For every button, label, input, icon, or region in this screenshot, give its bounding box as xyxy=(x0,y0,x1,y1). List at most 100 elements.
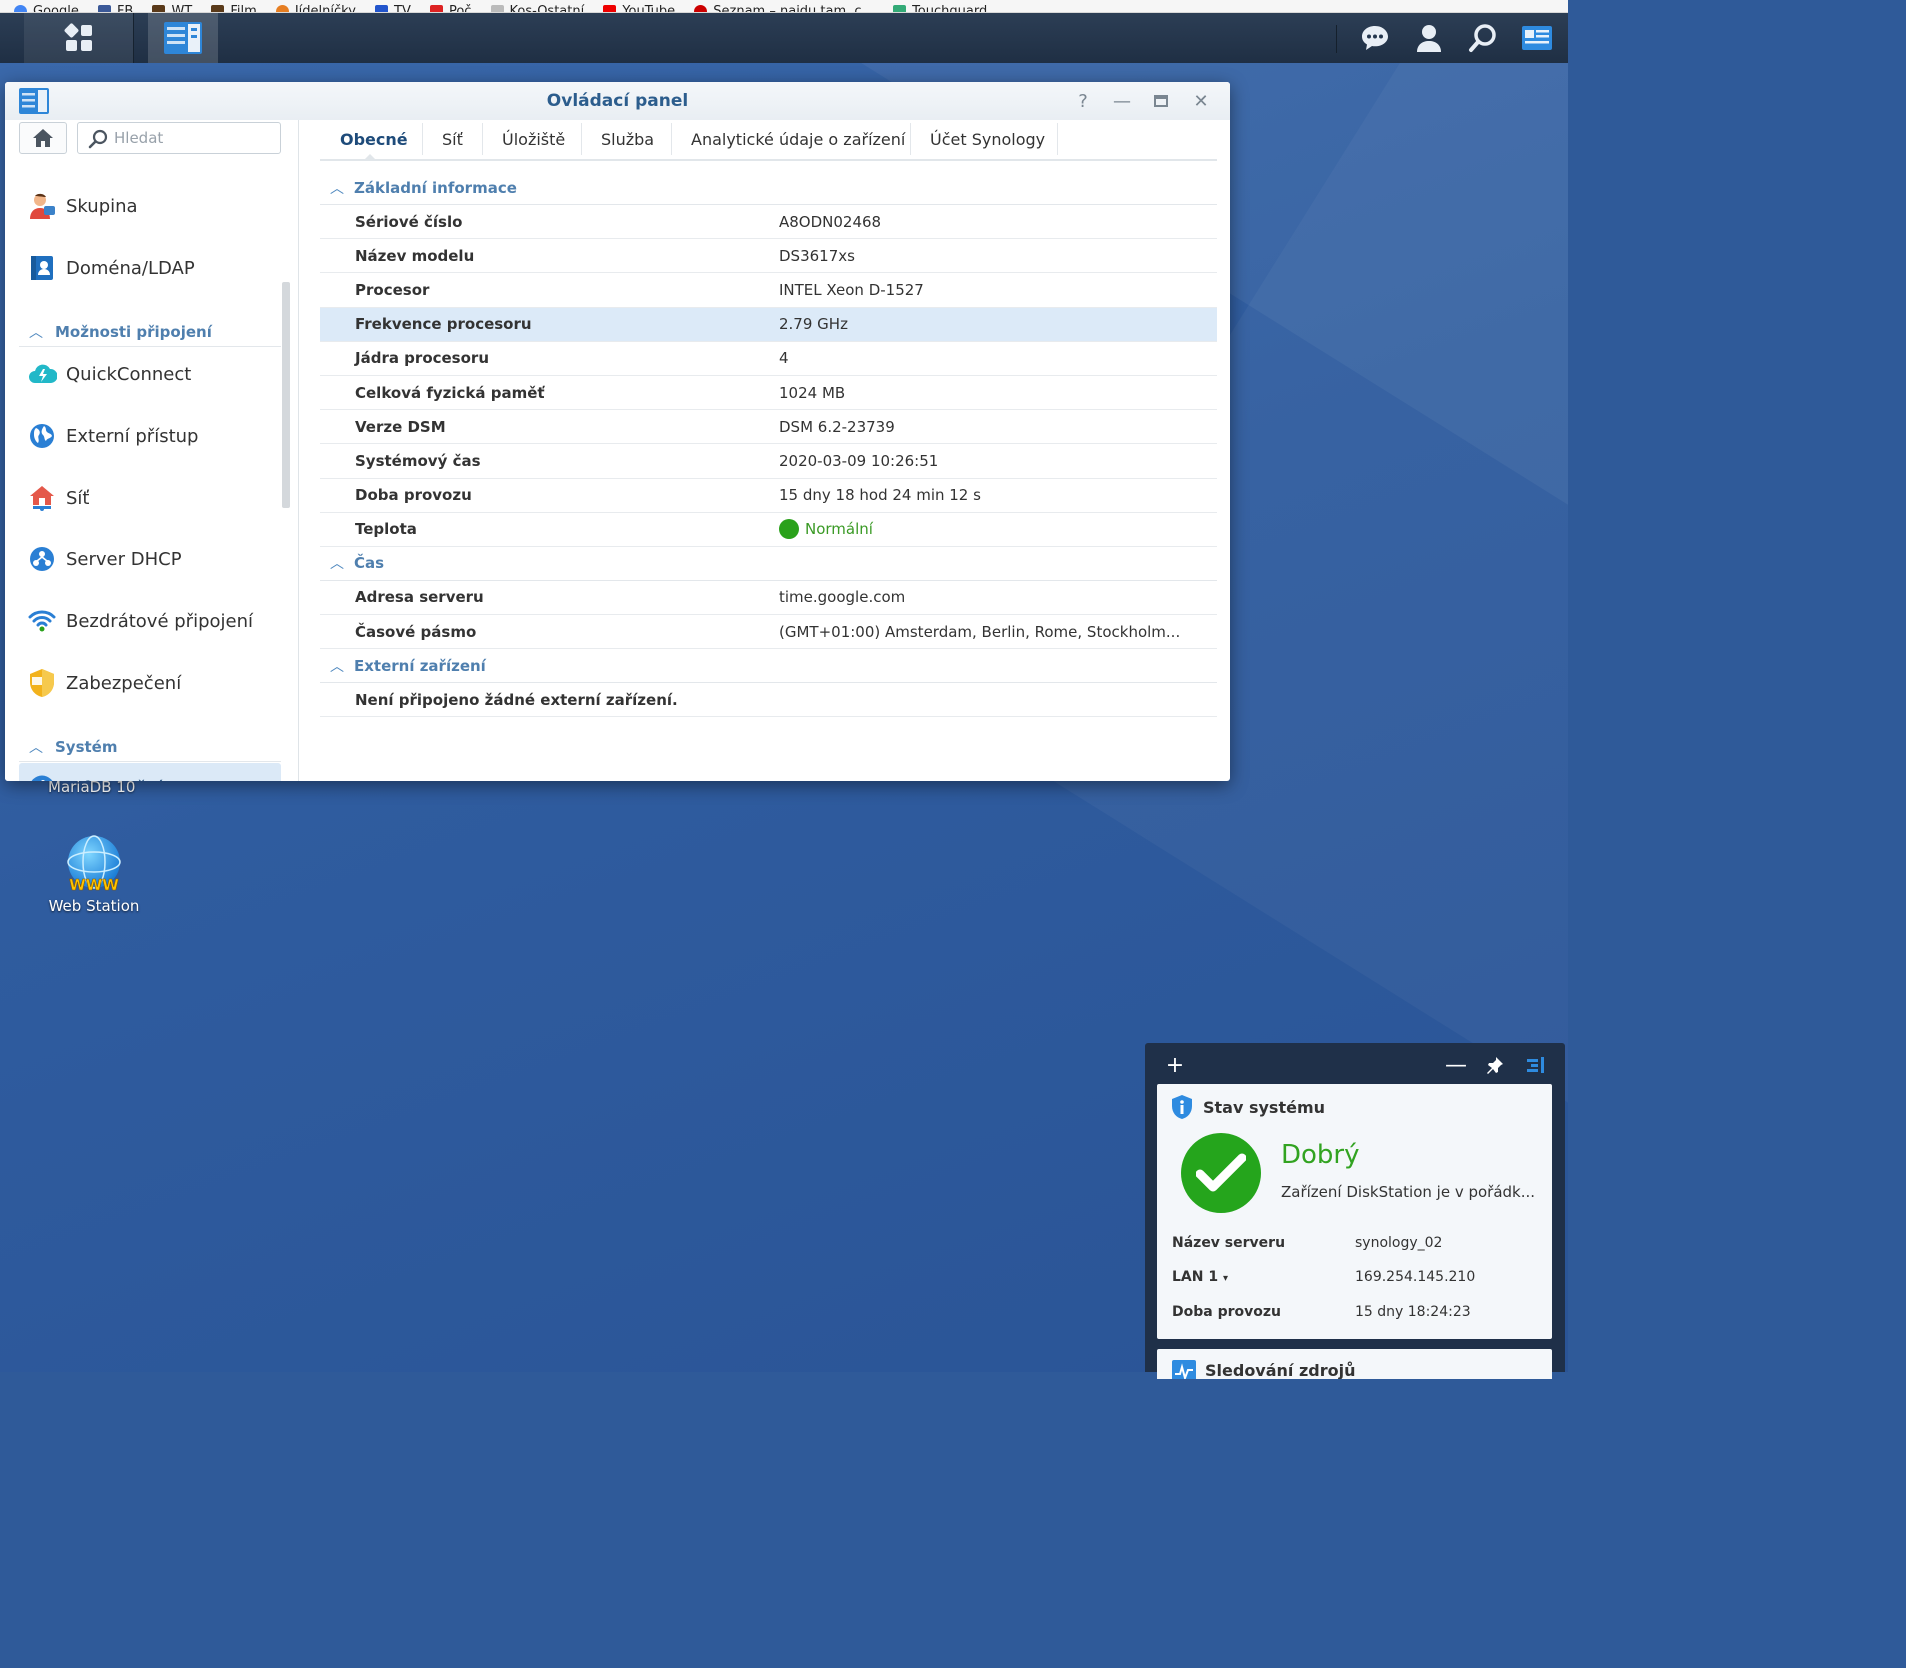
info-row: Doba provozu 15 dny 18 hod 24 min 12 s xyxy=(320,479,1217,513)
sidebar-item-group[interactable]: Skupina xyxy=(19,181,281,231)
widgets-toggle-button[interactable] xyxy=(1514,13,1560,63)
chevron-up-icon: ︿ xyxy=(29,739,43,756)
sidebar-item-globe[interactable]: Externí přístup xyxy=(19,411,281,461)
bookmark[interactable]: Seznam – najdu tam, c... xyxy=(680,5,874,12)
tab-storage[interactable]: Úložiště xyxy=(482,120,585,158)
section-basic-info[interactable]: ︿ Základní informace xyxy=(320,171,1217,205)
pin-widgets-button[interactable] xyxy=(1481,1051,1509,1079)
minimize-button[interactable]: — xyxy=(1108,88,1136,114)
sidebar-item-quickconnect[interactable]: QuickConnect xyxy=(19,349,281,399)
facebook-icon xyxy=(97,5,111,12)
bookmark[interactable]: YouTube xyxy=(589,5,675,12)
minimize-widgets-button[interactable]: — xyxy=(1442,1051,1470,1079)
section-title: Základní informace xyxy=(354,178,517,197)
bookmark[interactable]: Poč xyxy=(416,5,471,12)
seznam-icon xyxy=(694,5,708,12)
tab-network[interactable]: Síť xyxy=(422,120,483,158)
section-title: Čas xyxy=(354,554,385,573)
food-icon xyxy=(275,5,289,12)
collapse-widgets-button[interactable] xyxy=(1521,1051,1549,1079)
chevron-down-icon[interactable]: ▾ xyxy=(1223,1273,1228,1284)
close-button[interactable]: ✕ xyxy=(1187,88,1215,114)
tab-service[interactable]: Služba xyxy=(581,120,674,158)
sidebar: Skupina Doména/LDAP ︿ Možnosti připojení Qui… xyxy=(5,120,299,781)
sidebar-item-domain[interactable]: Doména/LDAP xyxy=(19,243,281,293)
main-menu-icon xyxy=(64,23,92,51)
tab-bar: Obecné Síť Úložiště Služba Analytické úd… xyxy=(320,120,1217,161)
info-row: Název modelu DS3617xs xyxy=(320,239,1217,274)
info-row: Verze DSM DSM 6.2-23739 xyxy=(320,410,1217,445)
group-icon xyxy=(27,191,57,221)
notifications-button[interactable] xyxy=(1352,13,1398,63)
folder-icon xyxy=(490,5,504,12)
checkmark-icon xyxy=(1196,1153,1246,1192)
bookmark[interactable]: FB xyxy=(84,5,133,12)
widget-row-lan[interactable]: LAN 1 ▾ 169.254.145.210 xyxy=(1172,1269,1542,1289)
desktop-icon-web-station[interactable]: WWW Web Station xyxy=(36,835,152,915)
bookmark[interactable]: Google xyxy=(0,5,79,12)
user-icon xyxy=(1417,25,1441,52)
section-time[interactable]: ︿ Čas xyxy=(320,547,1217,581)
bookmark[interactable]: WT xyxy=(138,5,192,12)
info-row: Sériové číslo A8ODN02468 xyxy=(320,205,1217,240)
globe-icon xyxy=(27,421,57,451)
search-field[interactable] xyxy=(77,122,281,154)
status-ok-icon xyxy=(1181,1133,1261,1213)
bookmarks-bar: Google FB WT Film Jídelníčky TV Poč Kos-… xyxy=(0,0,1568,13)
search-button[interactable] xyxy=(1460,13,1506,63)
add-widget-button[interactable]: + xyxy=(1161,1051,1189,1079)
bookmark[interactable]: TV xyxy=(361,5,411,12)
panel-collapse-icon xyxy=(1527,1057,1544,1073)
widget-title: Stav systému xyxy=(1203,1097,1326,1117)
tab-general[interactable]: Obecné xyxy=(320,120,428,158)
search-input[interactable] xyxy=(114,128,274,148)
sidebar-item-label: Síť xyxy=(66,487,90,509)
sidebar-item-dhcp[interactable]: Server DHCP xyxy=(19,534,281,584)
domain-icon xyxy=(27,253,57,283)
web-station-icon: WWW xyxy=(67,835,121,894)
tab-synology-account[interactable]: Účet Synology xyxy=(910,120,1065,158)
section-external-devices[interactable]: ︿ Externí zařízení xyxy=(320,649,1217,684)
shield-info-icon xyxy=(1172,1095,1192,1119)
bookmark[interactable]: Touchguard xyxy=(879,5,987,12)
search-icon xyxy=(1469,24,1496,52)
widget-row: Název serveru synology_02 xyxy=(1172,1235,1443,1251)
chevron-up-icon: ︿ xyxy=(29,324,43,341)
google-icon xyxy=(14,5,27,12)
sidebar-section-header[interactable]: ︿ Možnosti připojení xyxy=(19,317,281,347)
maximize-button[interactable] xyxy=(1147,88,1175,114)
status-ok-icon xyxy=(779,519,799,540)
main-menu-button[interactable] xyxy=(24,13,134,63)
sidebar-scrollbar[interactable] xyxy=(282,282,290,508)
bookmark[interactable]: Jídelníčky xyxy=(262,5,356,12)
touchguard-icon xyxy=(893,5,907,12)
user-menu-button[interactable] xyxy=(1406,13,1452,63)
taskbar xyxy=(0,13,1568,63)
info-row: Adresa serveru time.google.com xyxy=(320,581,1217,616)
help-button[interactable]: ? xyxy=(1069,88,1097,114)
sidebar-item-shield[interactable]: Zabezpečení xyxy=(19,658,281,708)
sidebar-section-header[interactable]: ︿ Systém xyxy=(19,732,281,762)
tab-device-analytics[interactable]: Analytické údaje o zařízení xyxy=(671,120,925,158)
info-row-highlighted[interactable]: Frekvence procesoru 2.79 GHz xyxy=(320,307,1217,342)
sidebar-item-label: Server DHCP xyxy=(66,548,182,570)
plus-icon: + xyxy=(1165,1052,1185,1078)
chevron-up-icon: ︿ xyxy=(330,556,344,573)
web-station-icon-text: WWW xyxy=(69,876,119,894)
home-button[interactable] xyxy=(19,122,67,154)
resource-monitor-icon xyxy=(1172,1360,1196,1379)
minimize-icon: — xyxy=(1113,90,1131,112)
sidebar-item-label: Skupina xyxy=(66,195,138,217)
sidebar-item-info[interactable]: Informační centrum xyxy=(19,763,281,781)
sidebar-item-network-house[interactable]: Síť xyxy=(19,473,281,523)
sidebar-item-label: Informační centrum xyxy=(66,778,244,782)
window-titlebar[interactable]: Ovládací panel ? — ✕ xyxy=(5,82,1230,120)
info-row: Systémový čas 2020-03-09 10:26:51 xyxy=(320,444,1217,479)
bookmark[interactable]: Film xyxy=(197,5,257,12)
system-status-widget: Stav systému Dobrý Zařízení DiskStation … xyxy=(1157,1084,1552,1339)
taskbar-control-panel-button[interactable] xyxy=(148,13,218,63)
wifi-icon xyxy=(27,606,57,636)
bookmark[interactable]: Kos-Ostatní xyxy=(477,5,584,12)
sidebar-item-wifi[interactable]: Bezdrátové připojení xyxy=(19,596,281,646)
minus-icon: — xyxy=(1445,1052,1467,1078)
